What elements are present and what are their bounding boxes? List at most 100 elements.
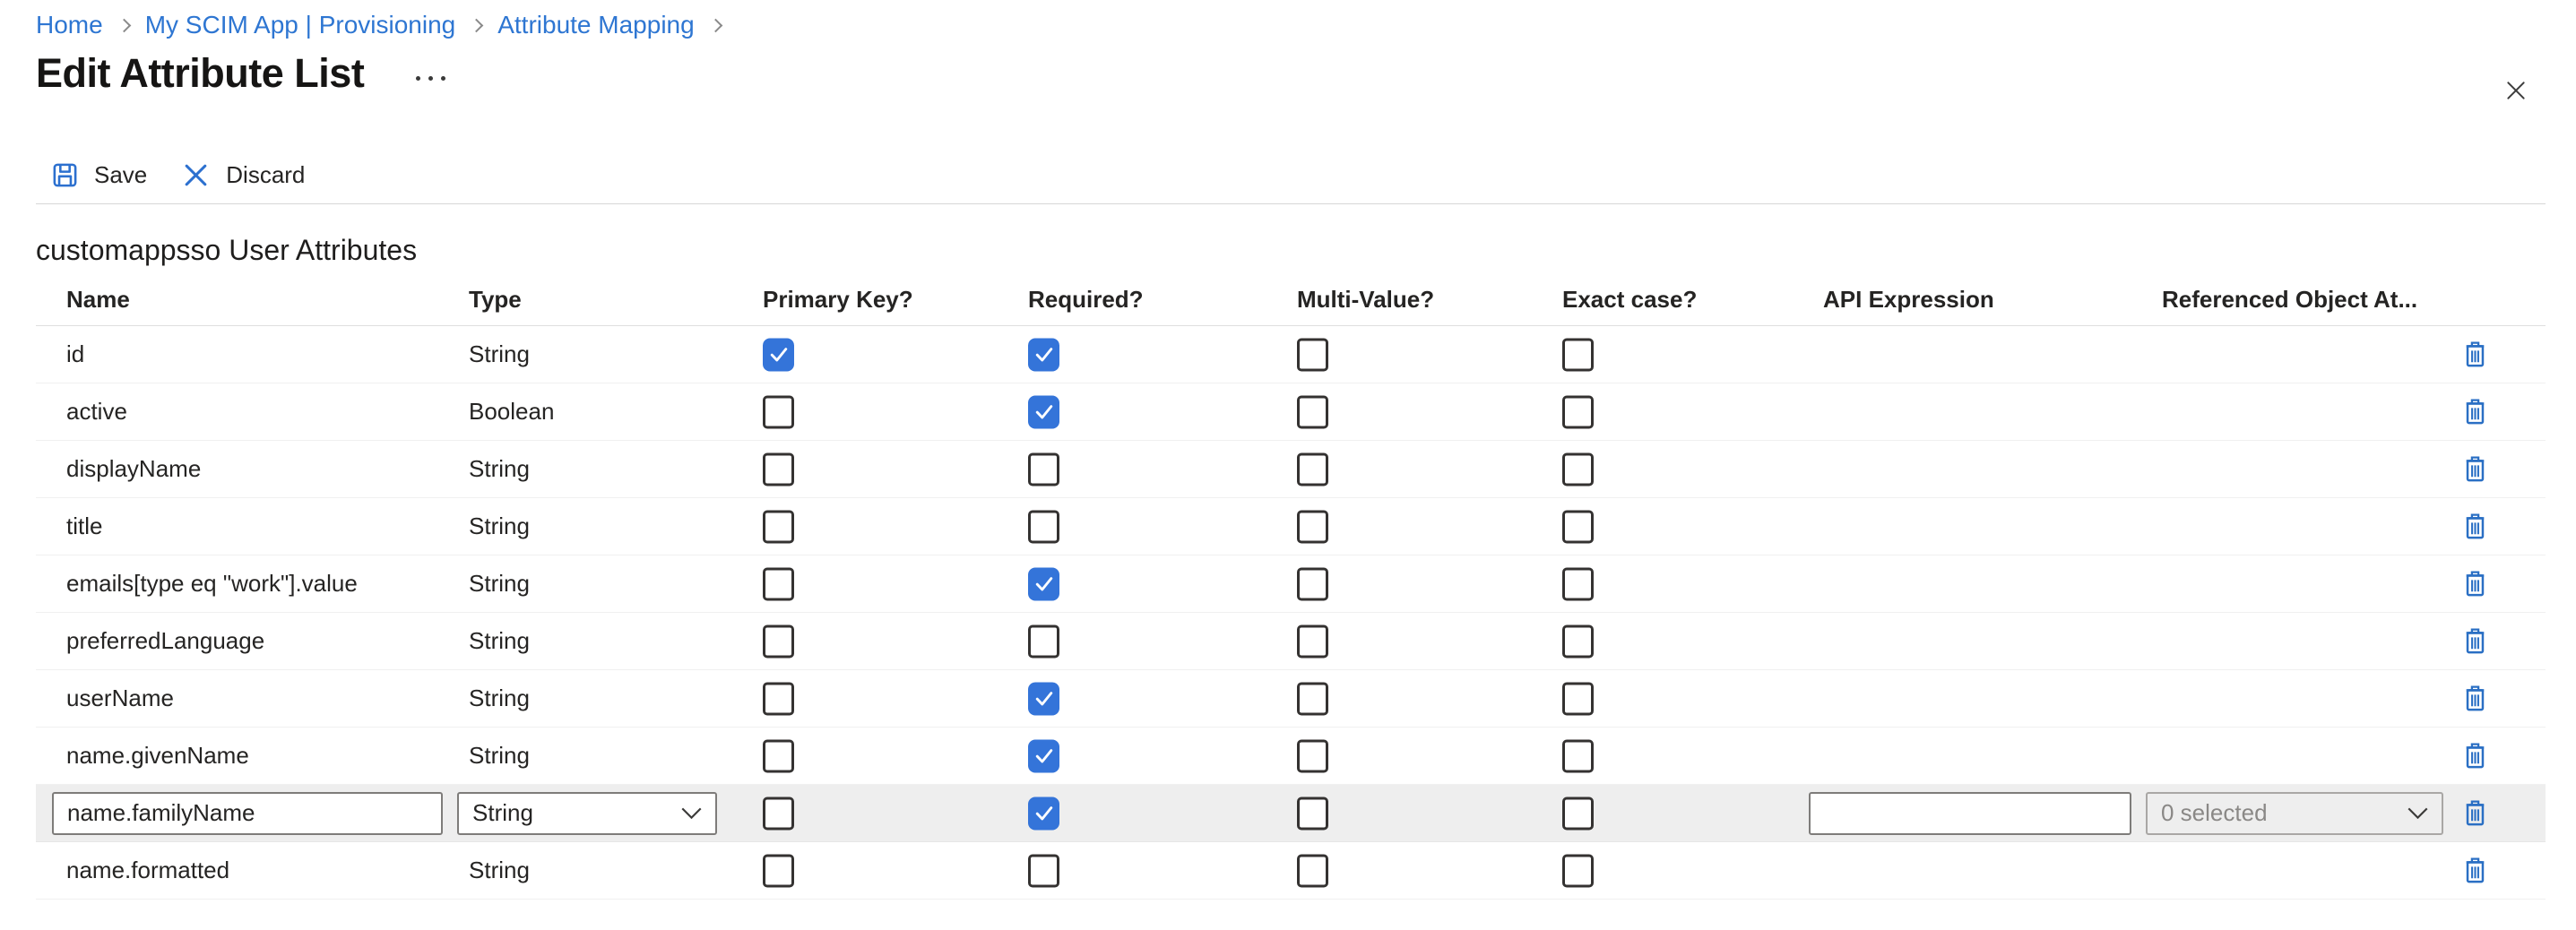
attribute-name: id [66, 326, 84, 383]
trash-icon [2463, 627, 2487, 655]
referenced-object-select[interactable]: 0 selected [2146, 792, 2443, 835]
attribute-name: preferredLanguage [66, 613, 264, 669]
chevron-right-icon [708, 18, 722, 32]
trash-icon [2463, 398, 2487, 426]
exact-case-checkbox[interactable] [1562, 567, 1594, 600]
column-header-referenced-object: Referenced Object At... [2162, 286, 2417, 314]
exact-case-checkbox[interactable] [1562, 624, 1594, 658]
table-row: displayNameString [36, 441, 2546, 498]
attribute-name-input[interactable] [52, 792, 443, 835]
delete-attribute-button[interactable] [2463, 340, 2490, 370]
close-icon [2504, 79, 2528, 102]
primary-key-checkbox[interactable] [763, 510, 794, 543]
more-options-button[interactable] [411, 71, 451, 86]
save-button[interactable]: Save [51, 161, 147, 189]
attribute-type: String [469, 842, 530, 899]
attribute-type: String [469, 326, 530, 383]
table-header-row: Name Type Primary Key? Required? Multi-V… [36, 284, 2546, 326]
delete-attribute-button[interactable] [2463, 856, 2490, 886]
primary-key-checkbox[interactable] [763, 452, 794, 486]
attribute-type: String [469, 728, 530, 784]
exact-case-checkbox[interactable] [1562, 682, 1594, 715]
breadcrumb-link[interactable]: Home [36, 11, 103, 39]
discard-icon [181, 160, 211, 190]
table-row: preferredLanguage String [36, 613, 2546, 670]
attribute-name: active [66, 383, 127, 440]
attribute-name: emails[type eq "work"].value [66, 555, 358, 612]
attribute-type: Boolean [469, 383, 554, 440]
required-checkbox[interactable] [1028, 452, 1059, 486]
column-header-api-expression: API Expression [1823, 286, 1994, 314]
primary-key-checkbox[interactable] [763, 338, 794, 371]
required-checkbox[interactable] [1028, 338, 1059, 371]
api-expression-input[interactable] [1809, 792, 2131, 835]
attribute-name: displayName [66, 441, 201, 497]
table-row: name.formattedString [36, 842, 2546, 900]
multi-value-checkbox[interactable] [1297, 567, 1328, 600]
primary-key-checkbox[interactable] [763, 682, 794, 715]
attribute-type-select-value: String [472, 799, 533, 827]
multi-value-checkbox[interactable] [1297, 624, 1328, 658]
multi-value-checkbox[interactable] [1297, 797, 1328, 830]
primary-key-checkbox[interactable] [763, 854, 794, 887]
delete-attribute-button[interactable] [2463, 569, 2490, 599]
delete-attribute-button[interactable] [2463, 684, 2490, 714]
attribute-name: title [66, 498, 102, 555]
breadcrumb: HomeMy SCIM App | ProvisioningAttribute … [36, 0, 2576, 30]
edit-attribute-list-blade: Home My SCIM App | Provisioning Attribute … [0, 0, 2576, 930]
delete-attribute-button[interactable] [2463, 798, 2490, 829]
multi-value-checkbox[interactable] [1297, 682, 1328, 715]
primary-key-checkbox[interactable] [763, 395, 794, 428]
attribute-type: String [469, 498, 530, 555]
required-checkbox[interactable] [1028, 682, 1059, 715]
exact-case-checkbox[interactable] [1562, 854, 1594, 887]
chevron-down-icon [2407, 807, 2428, 819]
multi-value-checkbox[interactable] [1297, 395, 1328, 428]
primary-key-checkbox[interactable] [763, 739, 794, 772]
exact-case-checkbox[interactable] [1562, 510, 1594, 543]
exact-case-checkbox[interactable] [1562, 338, 1594, 371]
required-checkbox[interactable] [1028, 797, 1059, 830]
ellipsis-icon [416, 76, 420, 81]
multi-value-checkbox[interactable] [1297, 854, 1328, 887]
ellipsis-icon [428, 76, 433, 81]
breadcrumb-link[interactable]: My SCIM App | Provisioning [145, 11, 456, 39]
trash-icon [2463, 340, 2487, 368]
required-checkbox[interactable] [1028, 624, 1059, 658]
trash-icon [2463, 512, 2487, 540]
required-checkbox[interactable] [1028, 739, 1059, 772]
exact-case-checkbox[interactable] [1562, 395, 1594, 428]
delete-attribute-button[interactable] [2463, 512, 2490, 542]
table-row: id String [36, 326, 2546, 383]
close-button[interactable] [2501, 75, 2531, 106]
trash-icon [2463, 685, 2487, 712]
attribute-type: String [469, 670, 530, 727]
multi-value-checkbox[interactable] [1297, 452, 1328, 486]
multi-value-checkbox[interactable] [1297, 739, 1328, 772]
delete-attribute-button[interactable] [2463, 454, 2490, 485]
multi-value-checkbox[interactable] [1297, 510, 1328, 543]
delete-attribute-button[interactable] [2463, 626, 2490, 657]
breadcrumb-link[interactable]: Attribute Mapping [497, 11, 694, 39]
trash-icon [2463, 455, 2487, 483]
exact-case-checkbox[interactable] [1562, 797, 1594, 830]
trash-icon [2463, 857, 2487, 884]
delete-attribute-button[interactable] [2463, 741, 2490, 771]
save-button-label: Save [94, 161, 147, 189]
section-heading: customappsso User Attributes [36, 234, 2576, 267]
attribute-type-select[interactable]: String [457, 792, 717, 835]
save-icon [51, 161, 79, 189]
multi-value-checkbox[interactable] [1297, 338, 1328, 371]
exact-case-checkbox[interactable] [1562, 739, 1594, 772]
required-checkbox[interactable] [1028, 567, 1059, 600]
primary-key-checkbox[interactable] [763, 567, 794, 600]
primary-key-checkbox[interactable] [763, 624, 794, 658]
delete-attribute-button[interactable] [2463, 397, 2490, 427]
primary-key-checkbox[interactable] [763, 797, 794, 830]
exact-case-checkbox[interactable] [1562, 452, 1594, 486]
required-checkbox[interactable] [1028, 510, 1059, 543]
required-checkbox[interactable] [1028, 854, 1059, 887]
attribute-type: String [469, 613, 530, 669]
required-checkbox[interactable] [1028, 395, 1059, 428]
discard-button[interactable]: Discard [181, 160, 305, 190]
